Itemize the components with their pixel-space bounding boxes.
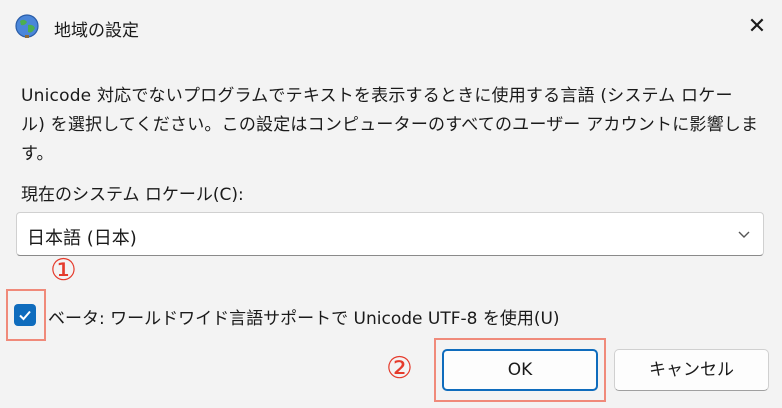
ok-button[interactable]: OK xyxy=(442,349,598,391)
annotation-marker-1: ① xyxy=(50,253,77,288)
system-locale-dropdown[interactable]: 日本語 (日本) xyxy=(16,212,764,256)
title-bar: 地域の設定 ✕ xyxy=(0,0,782,54)
dialog-title: 地域の設定 xyxy=(54,21,139,41)
annotation-marker-2: ② xyxy=(386,351,413,386)
system-locale-label: 現在のシステム ロケール(C): xyxy=(21,185,244,205)
description-line-2: ル) を選択してください。この設定はコンピューターのすべてのユーザー アカウント… xyxy=(21,115,759,135)
utf8-beta-checkbox[interactable] xyxy=(14,304,36,326)
chevron-down-icon xyxy=(738,231,750,238)
description-text: Unicode 対応でないプログラムでテキストを表示するときに使用する言語 (シ… xyxy=(21,82,761,169)
globe-icon xyxy=(15,14,39,38)
close-button[interactable]: ✕ xyxy=(740,10,774,44)
cancel-button[interactable]: キャンセル xyxy=(614,349,769,391)
description-line-1: Unicode 対応でないプログラムでテキストを表示するときに使用する言語 (シ… xyxy=(21,86,733,106)
selected-locale: 日本語 (日本) xyxy=(27,228,137,249)
description-line-3: す。 xyxy=(21,144,54,164)
checkmark-icon xyxy=(19,310,31,321)
utf8-beta-label[interactable]: ベータ: ワールドワイド言語サポートで Unicode UTF-8 を使用(U) xyxy=(48,304,560,329)
close-icon: ✕ xyxy=(747,14,767,39)
